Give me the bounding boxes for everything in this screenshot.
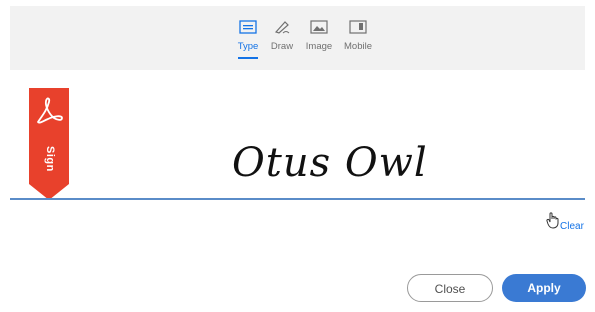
close-button[interactable]: Close (407, 274, 493, 302)
tab-mobile-label: Mobile (344, 41, 372, 52)
tab-mobile[interactable]: Mobile (342, 20, 374, 52)
clear-link[interactable]: Clear (560, 221, 584, 232)
sign-dialog: Type Draw Image Mobile Sign Otus Owl Cle… (0, 0, 595, 312)
apply-button[interactable]: Apply (502, 274, 586, 302)
signature-mode-toolbar: Type Draw Image Mobile (10, 6, 585, 70)
tab-type[interactable]: Type (236, 20, 260, 59)
tab-image[interactable]: Image (304, 20, 334, 52)
tab-type-label: Type (237, 41, 259, 52)
pen-icon (274, 21, 290, 34)
sign-ribbon: Sign (29, 88, 69, 200)
signature-baseline (10, 198, 585, 200)
keyboard-icon (239, 20, 257, 34)
image-icon (310, 20, 328, 34)
tab-draw[interactable]: Draw (268, 20, 296, 52)
active-tab-indicator (238, 57, 258, 59)
ribbon-shape (29, 88, 69, 200)
sign-ribbon-label: Sign (44, 146, 56, 172)
tab-image-label: Image (305, 41, 333, 52)
mobile-icon (349, 20, 367, 34)
tab-draw-label: Draw (270, 41, 294, 52)
signature-text: Otus Owl (232, 140, 428, 186)
